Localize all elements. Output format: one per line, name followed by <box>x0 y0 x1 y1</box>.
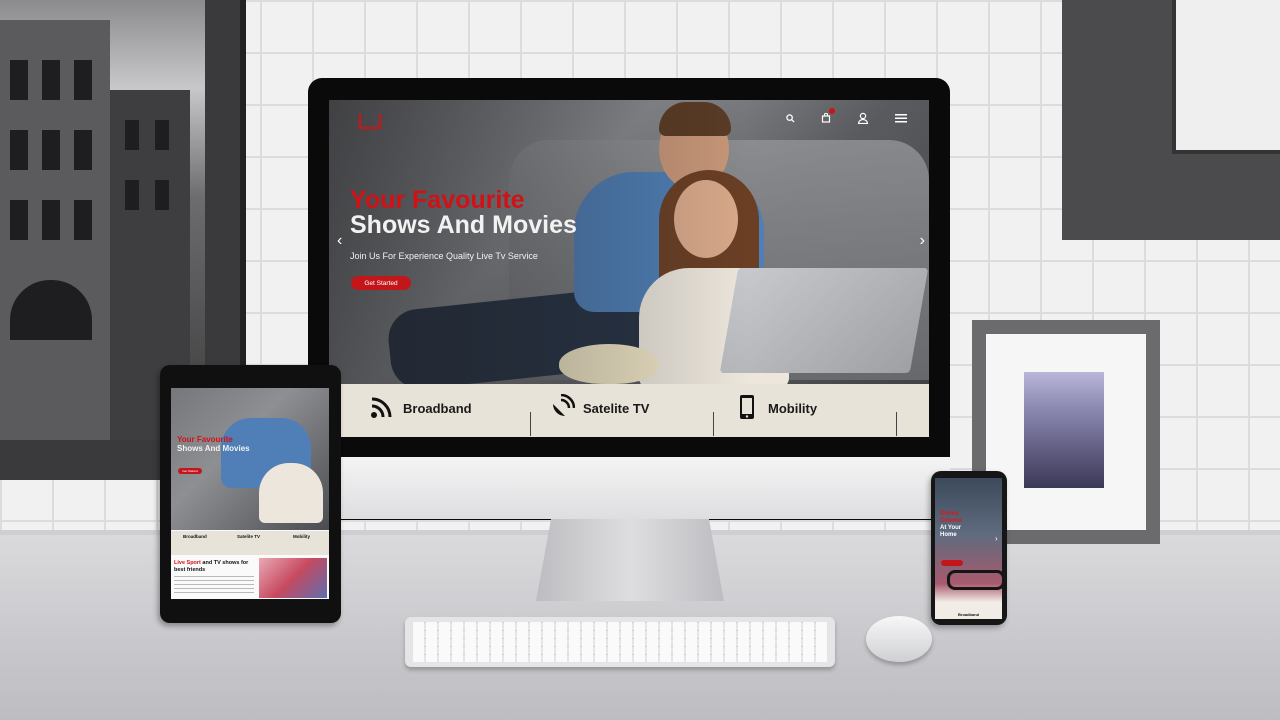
service-broadband[interactable]: Broadband <box>369 394 472 428</box>
tablet-services-bar: Broadband Satelite TV Mobility <box>171 531 329 555</box>
menu-icon[interactable] <box>895 113 907 126</box>
divider <box>530 412 531 436</box>
hero-photo-part <box>259 463 323 523</box>
carousel-next-icon[interactable]: › <box>920 232 925 250</box>
hero-subtitle: Join Us For Experience Quality Live Tv S… <box>350 251 538 261</box>
wifi-icon <box>369 394 395 420</box>
site-nav <box>786 108 907 127</box>
hero-title-line2: Shows And Movies <box>350 211 577 239</box>
right-artwork-panel <box>1172 0 1280 154</box>
services-bar: Broadband Satelite TV Mobility <box>329 384 929 437</box>
phone-hero-title-red: Online Cinema <box>940 511 962 525</box>
tablet-website: Your Favourite Shows And Movies Get Star… <box>171 388 329 599</box>
phone-hero-line1: Online <box>940 511 959 517</box>
carousel-prev-icon[interactable]: ‹ <box>337 232 342 250</box>
user-icon[interactable] <box>857 112 869 127</box>
phone-hero-line2: Cinema <box>940 518 962 524</box>
phone-cta-button[interactable] <box>941 560 963 566</box>
monitor-stand <box>536 519 724 601</box>
cart-icon[interactable] <box>821 108 835 126</box>
phone-service-label: Broadband <box>958 612 980 617</box>
tablet-section-body <box>174 576 254 596</box>
tablet-hero: Your Favourite Shows And Movies Get Star… <box>171 388 329 530</box>
tv-logo-icon <box>359 114 381 129</box>
tablet-service-broadband[interactable]: Broadband <box>183 534 207 539</box>
service-label: Mobility <box>768 401 818 416</box>
search-icon[interactable] <box>786 113 795 126</box>
phone-carousel-next-icon[interactable]: › <box>995 534 998 543</box>
mouse <box>866 616 932 662</box>
tablet-section-highlight: Live Sport <box>174 560 201 566</box>
site-logo[interactable] <box>345 112 395 134</box>
keyboard-keys <box>413 622 827 662</box>
right-wall-artwork <box>1062 0 1280 240</box>
tablet-service-satellite[interactable]: Satelite TV <box>237 534 260 539</box>
frame-mat <box>986 334 1146 530</box>
service-label: Broadband <box>403 401 472 416</box>
service-label: Satelite TV <box>583 401 650 416</box>
cathedral-photo <box>1024 372 1104 488</box>
desktop-website: Your Favourite Shows And Movies Join Us … <box>329 100 929 437</box>
phone-hero-title-white: At Your Home <box>940 525 961 539</box>
satellite-icon <box>549 393 576 420</box>
mobile-icon <box>734 394 760 420</box>
phone-website: Online Cinema At Your Home › Broadband <box>935 478 1002 619</box>
divider <box>713 412 714 436</box>
tablet-hero-title-line1: Your Favourite <box>177 435 233 444</box>
glasses-image <box>947 570 1002 590</box>
keyboard <box>405 617 835 667</box>
tablet-section-image <box>259 558 327 598</box>
divider <box>896 412 897 436</box>
tablet-get-started-button[interactable]: Get Started <box>178 468 202 474</box>
phone-hero-line3: At Your <box>940 525 962 531</box>
tablet-hero-title-line2: Shows And Movies <box>177 444 250 453</box>
tablet-service-mobility[interactable]: Mobility <box>293 534 310 539</box>
tablet-section-title: Live Sport and TV shows for best friends <box>174 560 254 573</box>
service-satellite-tv[interactable]: Satelite TV <box>549 393 650 428</box>
service-mobility[interactable]: Mobility <box>734 394 817 428</box>
cart-count-badge <box>829 108 835 114</box>
get-started-button[interactable]: Get Started <box>351 276 411 290</box>
phone-hero-line4: Home <box>940 532 957 538</box>
monitor-chin <box>308 457 950 519</box>
